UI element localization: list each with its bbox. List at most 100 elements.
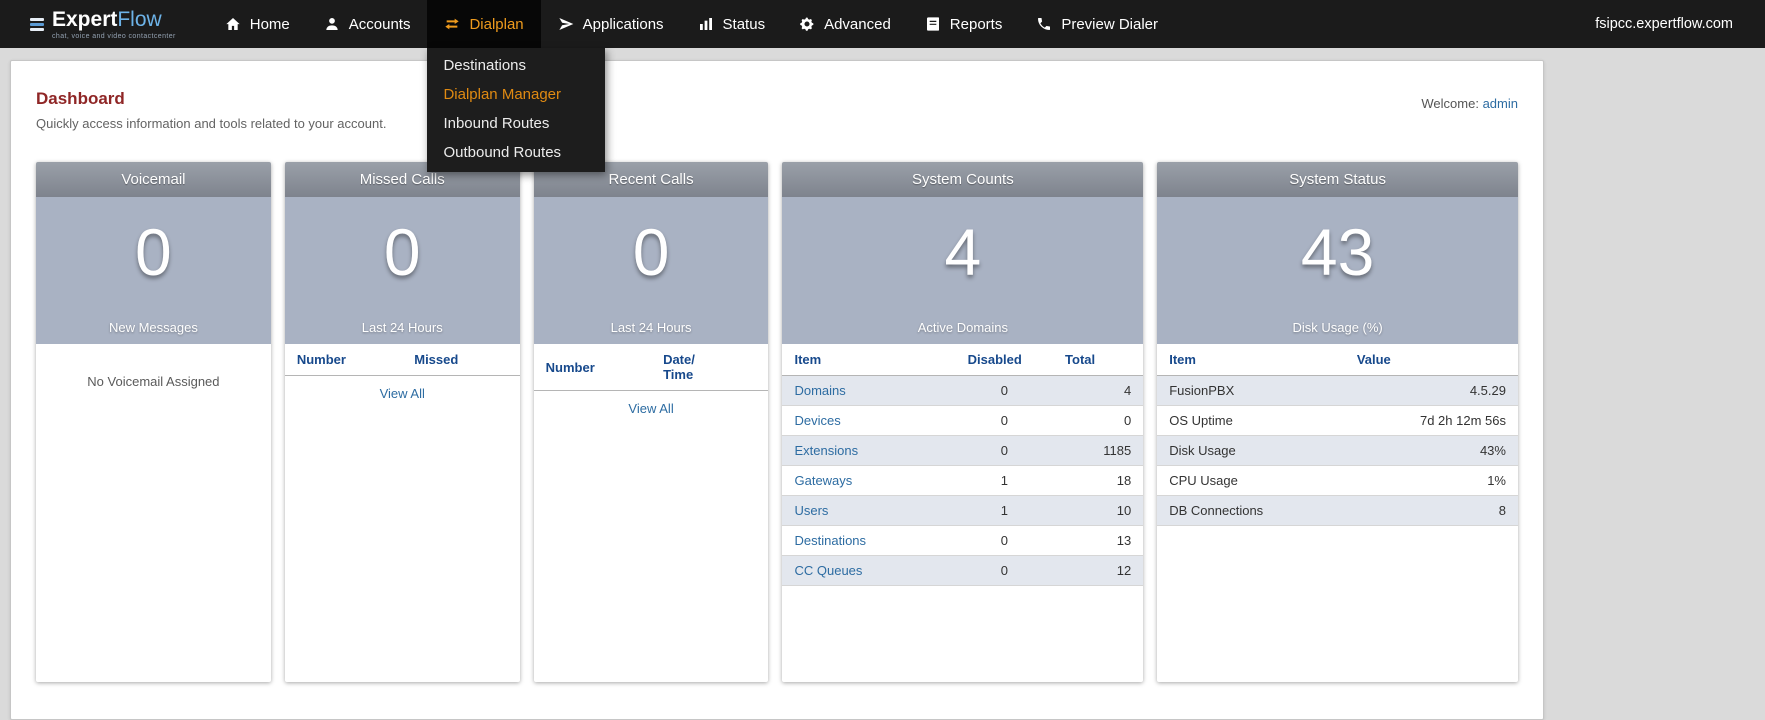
item-link[interactable]: CC Queues — [794, 563, 862, 578]
total-cell: 1185 — [1053, 435, 1144, 466]
disabled-cell: 0 — [955, 525, 1054, 556]
total-cell: 0 — [1053, 405, 1144, 436]
item-cell: Disk Usage — [1157, 435, 1345, 466]
item-cell: Destinations — [782, 525, 956, 556]
nav-item-reports[interactable]: Reports — [908, 0, 1020, 48]
stat-label: Active Domains — [917, 320, 1009, 335]
voicemail-empty-text: No Voicemail Assigned — [87, 374, 220, 389]
page-header: Dashboard Quickly access information and… — [36, 89, 1518, 131]
value-cell: 1% — [1344, 465, 1518, 496]
card-system-counts-body: Item Disabled Total Domains 0 4 Devices … — [782, 344, 1144, 586]
nav-items: Home Accounts Dialplan Destinations Dial… — [208, 0, 1175, 172]
total-cell: 4 — [1053, 375, 1144, 406]
domain-text: fsipcc.expertflow.com — [1595, 16, 1733, 32]
col-item: Item — [782, 344, 956, 376]
stat-number: 0 — [632, 215, 670, 289]
card-missed-calls: Missed Calls 0 Last 24 Hours Number Miss… — [284, 162, 520, 682]
col-item: Item — [1157, 344, 1345, 376]
logo-text: ExpertFlow chat, voice and video contact… — [52, 9, 176, 40]
col-number: Number — [533, 344, 652, 391]
card-voicemail-body: No Voicemail Assigned — [36, 344, 271, 389]
total-cell: 10 — [1053, 495, 1144, 526]
user-icon — [326, 18, 338, 30]
card-voicemail: Voicemail 0 New Messages No Voicemail As… — [36, 162, 271, 682]
menu-item-dialplan-manager[interactable]: Dialplan Manager — [427, 80, 605, 109]
table-header-row: Item Disabled Total — [782, 344, 1144, 376]
logo-bars-icon — [30, 17, 44, 31]
item-cell: FusionPBX — [1157, 375, 1345, 406]
total-cell: 13 — [1053, 525, 1144, 556]
item-link[interactable]: Gateways — [794, 473, 852, 488]
table-row: Extensions 0 1185 — [782, 435, 1144, 466]
item-cell: Users — [782, 495, 956, 526]
nav-item-preview-dialer[interactable]: Preview Dialer — [1019, 0, 1175, 48]
item-link[interactable]: Domains — [794, 383, 845, 398]
table-row: CC Queues 0 12 — [782, 555, 1144, 586]
stat-number: 0 — [383, 215, 421, 289]
value-cell: 8 — [1344, 495, 1518, 526]
item-link[interactable]: Users — [794, 503, 828, 518]
item-link[interactable]: Devices — [794, 413, 840, 428]
table-row: OS Uptime 7d 2h 12m 56s — [1157, 405, 1518, 436]
nav-item-advanced[interactable]: Advanced — [782, 0, 908, 48]
item-cell: Gateways — [782, 465, 956, 496]
menu-item-outbound-routes[interactable]: Outbound Routes — [427, 138, 605, 167]
nav-item-status[interactable]: Status — [681, 0, 783, 48]
stat-label: Last 24 Hours — [610, 320, 692, 335]
table-row: CPU Usage 1% — [1157, 465, 1518, 496]
welcome-label: Welcome: — [1421, 96, 1479, 111]
disabled-cell: 0 — [955, 435, 1054, 466]
welcome-text: Welcome: admin — [1421, 89, 1518, 111]
total-cell: 12 — [1053, 555, 1144, 586]
nav-item-applications[interactable]: Applications — [541, 0, 681, 48]
card-voicemail-stat: 0 New Messages — [36, 197, 271, 344]
disabled-cell: 0 — [955, 555, 1054, 586]
item-cell: CC Queues — [782, 555, 956, 586]
stat-number: 0 — [135, 215, 172, 289]
gear-icon — [800, 17, 814, 31]
logo-part2: Flow — [117, 7, 162, 31]
recent-calls-table: Number Date/ Time — [533, 344, 769, 391]
table-row: FusionPBX 4.5.29 — [1157, 375, 1518, 406]
view-all-link[interactable]: View All — [628, 401, 673, 416]
dialplan-dropdown: Destinations Dialplan Manager Inbound Ro… — [427, 48, 606, 172]
bar-chart-icon — [699, 18, 712, 30]
logo[interactable]: ExpertFlow chat, voice and video contact… — [0, 0, 198, 48]
nav-item-accounts[interactable]: Accounts — [307, 0, 428, 48]
menu-item-destinations[interactable]: Destinations — [427, 51, 605, 80]
card-system-counts: System Counts 4 Active Domains Item Disa… — [782, 162, 1144, 682]
col-total: Total — [1053, 344, 1144, 376]
value-cell: 43% — [1344, 435, 1518, 466]
nav-item-dialplan[interactable]: Dialplan Destinations Dialplan Manager I… — [427, 0, 606, 172]
card-recent-calls-body: Number Date/ Time View All — [533, 344, 769, 426]
home-icon — [226, 18, 240, 30]
system-counts-table: Item Disabled Total Domains 0 4 Devices … — [782, 344, 1144, 586]
item-cell: DB Connections — [1157, 495, 1345, 526]
card-missed-calls-body: Number Missed View All — [284, 344, 520, 411]
table-row: Disk Usage 43% — [1157, 435, 1518, 466]
nav-item-home[interactable]: Home — [208, 0, 307, 48]
table-header-row: Number Date/ Time — [533, 344, 769, 391]
stat-label: New Messages — [108, 320, 198, 335]
item-cell: Devices — [782, 405, 956, 436]
top-navbar: ExpertFlow chat, voice and video contact… — [0, 0, 1765, 172]
value-cell: 7d 2h 12m 56s — [1344, 405, 1518, 436]
card-voicemail-title: Voicemail — [36, 162, 271, 197]
card-system-counts-stat: 4 Active Domains — [782, 197, 1144, 344]
disabled-cell: 0 — [955, 375, 1054, 406]
welcome-user-link[interactable]: admin — [1483, 96, 1518, 111]
table-header-row: Item Value — [1157, 344, 1518, 376]
item-cell: Extensions — [782, 435, 956, 466]
card-system-counts-title: System Counts — [782, 162, 1144, 197]
menu-item-inbound-routes[interactable]: Inbound Routes — [427, 109, 605, 138]
table-row: Gateways 1 18 — [782, 465, 1144, 496]
table-row: DB Connections 8 — [1157, 495, 1518, 526]
missed-calls-table: Number Missed — [284, 344, 520, 376]
nav-item-label: Applications — [582, 15, 664, 33]
stat-number: 4 — [944, 215, 982, 289]
phone-icon — [1038, 18, 1051, 30]
view-all-link[interactable]: View All — [380, 386, 425, 401]
item-link[interactable]: Extensions — [794, 443, 858, 458]
item-link[interactable]: Destinations — [794, 533, 866, 548]
col-disabled: Disabled — [955, 344, 1054, 376]
